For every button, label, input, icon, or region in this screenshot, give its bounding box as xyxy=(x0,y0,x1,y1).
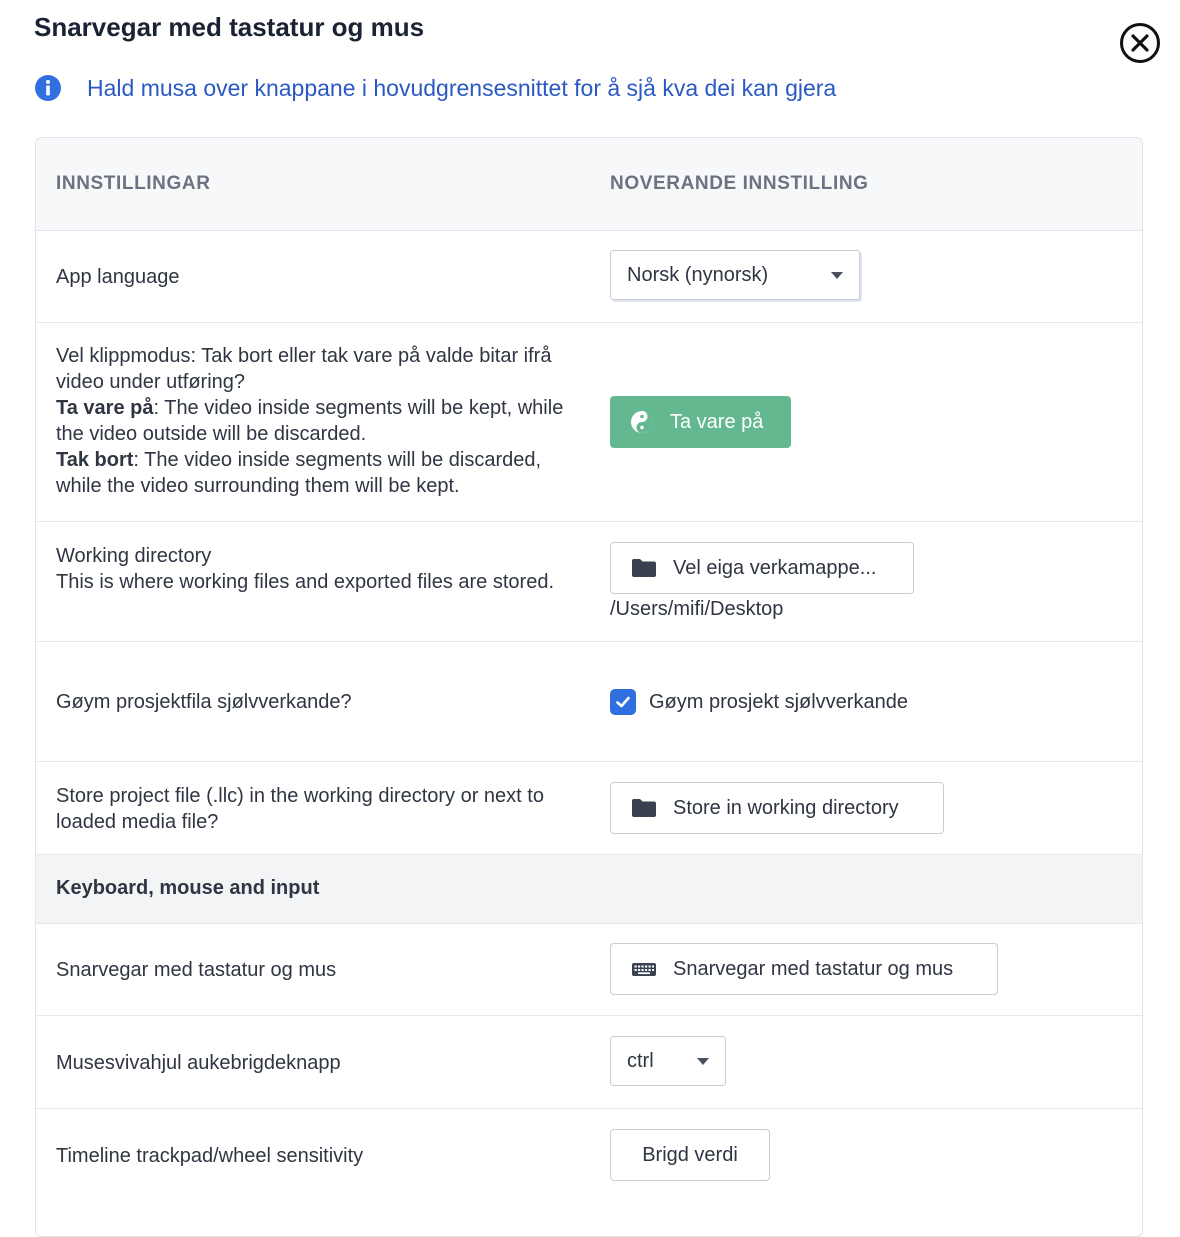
choose-working-dir-label: Vel eiga verkamappe... xyxy=(673,556,877,579)
folder-icon xyxy=(632,799,656,817)
setting-label: Working directory This is where working … xyxy=(56,543,576,595)
keyboard-shortcuts-label: Snarvegar med tastatur og mus xyxy=(673,957,954,980)
setting-row-sensitivity: Timeline trackpad/wheel sensitivity Brig… xyxy=(36,1109,1142,1236)
working-dir-title: Working directory xyxy=(56,545,212,567)
setting-row-wheel-modifier: Musesvivahjul aukebrigdeknapp ctrl xyxy=(36,1016,1142,1109)
info-banner: Hald musa over knappane i hovudgrensesni… xyxy=(34,74,836,102)
setting-label: Snarvegar med tastatur og mus xyxy=(56,959,337,981)
setting-label: App language xyxy=(56,266,180,288)
table-header: INNSTILLINGAR NOVERANDE INNSTILLING xyxy=(36,138,1142,231)
cut-mode-keep-desc: Ta vare på: The video inside segments wi… xyxy=(56,397,564,445)
setting-row-project-store: Store project file (.llc) in the working… xyxy=(36,762,1142,855)
settings-table: INNSTILLINGAR NOVERANDE INNSTILLING App … xyxy=(35,137,1143,1237)
setting-label: Gøym prosjektfila sjølvverkande? xyxy=(56,691,352,713)
setting-label: Musesvivahjul aukebrigdeknapp xyxy=(56,1052,341,1074)
setting-label: Timeline trackpad/wheel sensitivity xyxy=(56,1145,364,1167)
wheel-modifier-select[interactable]: ctrl xyxy=(610,1036,726,1086)
change-value-button[interactable]: Brigd verdi xyxy=(610,1129,770,1181)
folder-icon xyxy=(632,559,656,577)
autosave-checkbox-label[interactable]: Gøym prosjekt sjølvverkande xyxy=(649,691,908,714)
checkmark-icon xyxy=(616,696,630,708)
autosave-checkbox[interactable] xyxy=(610,689,636,715)
project-store-button[interactable]: Store in working directory xyxy=(610,782,944,834)
setting-row-cut-mode: Vel klippmodus: Tak bort eller tak vare … xyxy=(36,323,1142,522)
section-header-keyboard: Keyboard, mouse and input xyxy=(36,855,1142,924)
close-button[interactable] xyxy=(1119,22,1161,64)
setting-label: Store project file (.llc) in the working… xyxy=(56,785,544,833)
cut-mode-intro: Vel klippmodus: Tak bort eller tak vare … xyxy=(56,345,552,393)
cut-mode-button-label: Ta vare på xyxy=(670,410,764,433)
column-header-current: NOVERANDE INNSTILLING xyxy=(610,173,869,194)
dialog-title: Snarvegar med tastatur og mus xyxy=(34,12,425,42)
keyboard-shortcuts-button[interactable]: Snarvegar med tastatur og mus xyxy=(610,943,998,995)
chevron-down-icon xyxy=(831,271,843,279)
setting-row-app-language: App language Norsk (nynorsk) xyxy=(36,230,1142,323)
yin-yang-icon xyxy=(631,411,653,433)
close-icon[interactable] xyxy=(1119,22,1161,64)
setting-row-autosave: Gøym prosjektfila sjølvverkande? Gøym pr… xyxy=(36,642,1142,762)
change-value-label: Brigd verdi xyxy=(642,1143,738,1166)
project-store-label: Store in working directory xyxy=(673,796,899,819)
working-dir-path: /Users/mifi/Desktop xyxy=(610,598,784,620)
language-select-value: Norsk (nynorsk) xyxy=(627,263,769,286)
cut-mode-button[interactable]: Ta vare på xyxy=(610,396,792,448)
setting-row-working-directory: Working directory This is where working … xyxy=(36,522,1142,642)
choose-working-dir-button[interactable]: Vel eiga verkamappe... xyxy=(610,542,914,594)
keyboard-icon xyxy=(632,963,656,976)
cut-mode-remove-desc: Tak bort: The video inside segments will… xyxy=(56,449,542,497)
section-title: Keyboard, mouse and input xyxy=(56,877,320,899)
language-select[interactable]: Norsk (nynorsk) xyxy=(610,250,860,300)
setting-row-shortcuts: Snarvegar med tastatur og mus Snarvegar … xyxy=(36,923,1142,1016)
info-icon xyxy=(35,75,61,101)
info-text: Hald musa over knappane i hovudgrensesni… xyxy=(87,74,837,101)
setting-label: Vel klippmodus: Tak bort eller tak vare … xyxy=(56,343,576,499)
chevron-down-icon xyxy=(697,1057,709,1065)
working-dir-desc: This is where working files and exported… xyxy=(56,571,555,593)
autosave-checkbox-group[interactable]: Gøym prosjekt sjølvverkande xyxy=(610,689,908,715)
wheel-modifier-value: ctrl xyxy=(627,1049,654,1072)
column-header-settings: INNSTILLINGAR xyxy=(56,173,211,194)
